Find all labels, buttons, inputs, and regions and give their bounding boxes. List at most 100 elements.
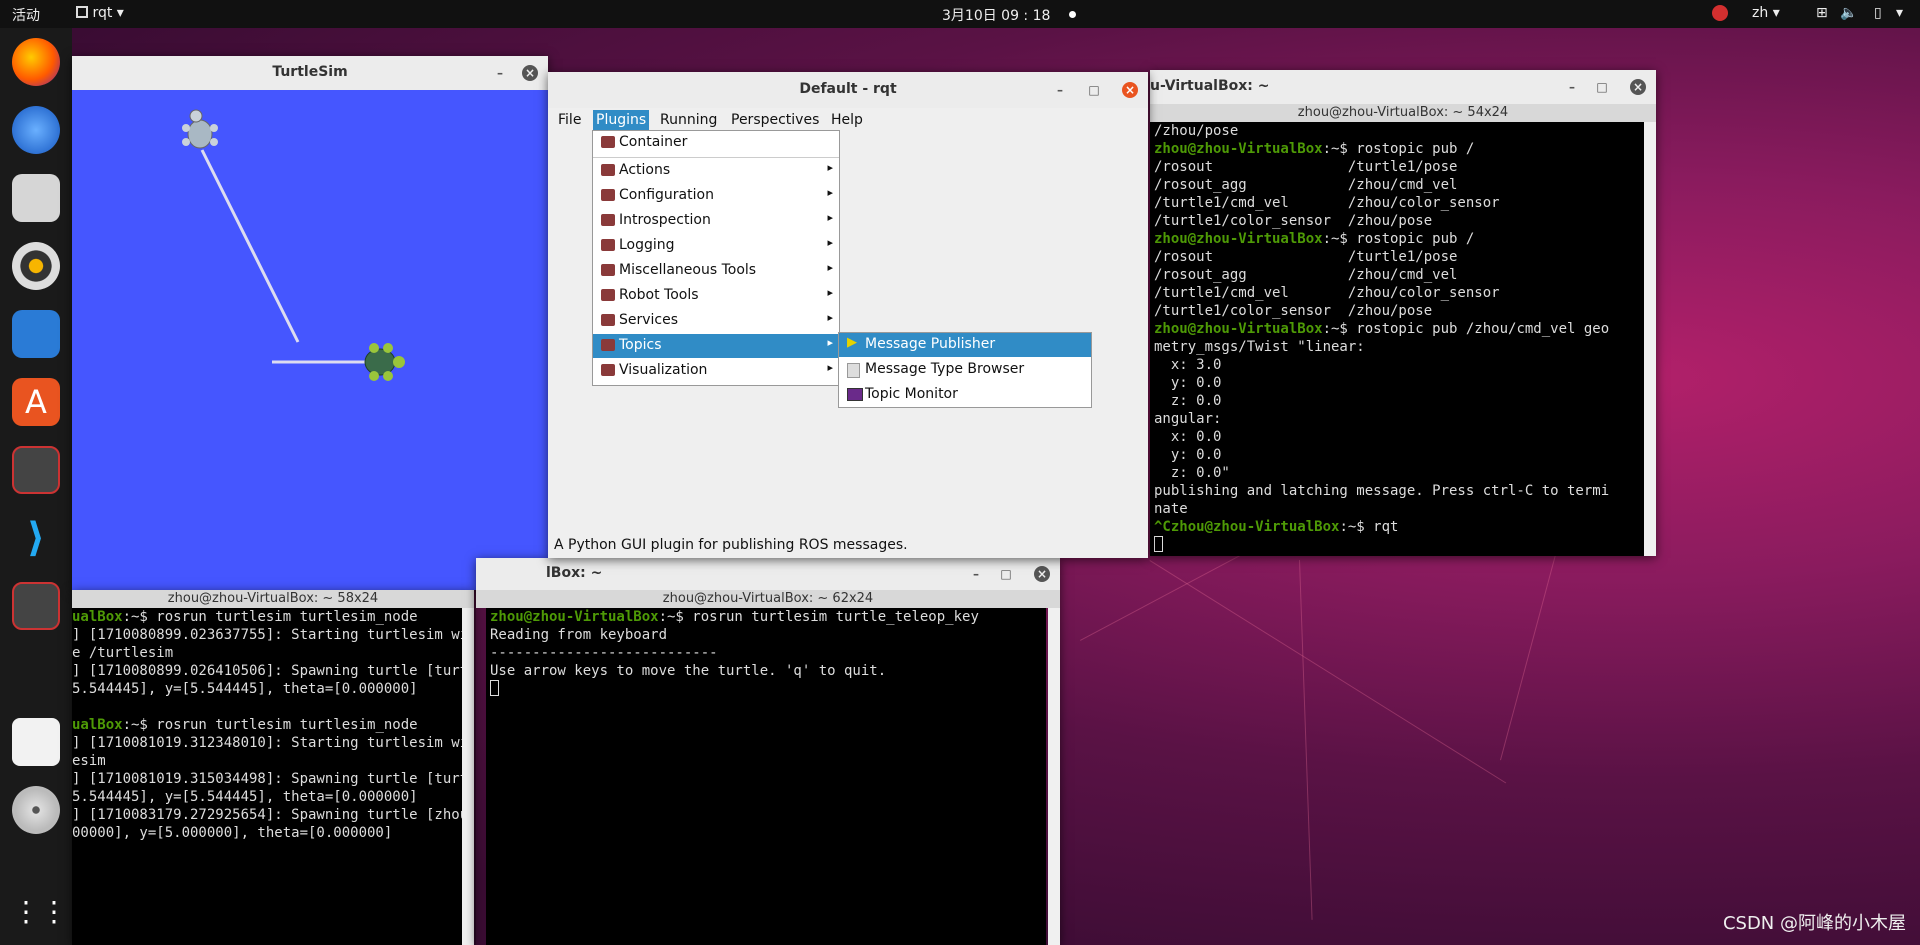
- line-text: /rosout /turtle1/pose: [1154, 159, 1458, 175]
- line-text: metry_msgs/Twist "linear:: [1154, 339, 1365, 355]
- line-text: :~$ rostopic pub /: [1322, 141, 1475, 157]
- submenu-arrow-icon: ▸: [827, 186, 833, 199]
- terminal-left-body[interactable]: ualBox:~$ rosrun turtlesim turtlesim_nod…: [72, 608, 472, 945]
- submenu-arrow-icon: ▸: [827, 261, 833, 274]
- thunderbird-icon[interactable]: [12, 106, 60, 154]
- do-not-disturb-icon[interactable]: [1712, 5, 1728, 21]
- close-icon[interactable]: ×: [1122, 82, 1138, 98]
- files-icon[interactable]: [12, 174, 60, 222]
- topics-submenu: ▶ Message Publisher Message Type Browser…: [838, 332, 1092, 408]
- plugins-item-actions[interactable]: Actions ▸: [593, 159, 839, 183]
- terminal-cursor: [1154, 536, 1644, 554]
- minimize-icon[interactable]: –: [1052, 82, 1068, 98]
- turtlesim-drawing: [182, 109, 405, 381]
- line-text: ] [1710080899.026410506]: Spawning turtl…: [72, 663, 472, 679]
- line-text: :~$ rqt: [1339, 519, 1399, 535]
- system-menu-caret-icon[interactable]: ▾: [1896, 5, 1903, 21]
- maximize-icon[interactable]: □: [998, 566, 1014, 582]
- menu-file[interactable]: File: [558, 112, 581, 128]
- menu-separator: [593, 157, 839, 158]
- topics-item-topic-monitor[interactable]: Topic Monitor: [839, 383, 1091, 407]
- submenu-arrow-icon: ▸: [827, 161, 833, 174]
- turtle-zhou-icon: [364, 343, 405, 381]
- line-text: /zhou/pose: [1154, 123, 1239, 139]
- minimize-icon[interactable]: –: [1564, 79, 1580, 95]
- maximize-icon[interactable]: □: [1086, 82, 1102, 98]
- maximize-icon[interactable]: □: [1594, 79, 1610, 95]
- battery-icon[interactable]: ▯: [1874, 5, 1882, 21]
- terminal-line: zhou@zhou-VirtualBox:~$ rostopic pub /zh…: [1154, 320, 1644, 338]
- input-method[interactable]: zh ▾: [1752, 5, 1780, 21]
- turtle-trail: [200, 149, 300, 343]
- terminal-right-tab[interactable]: zhou@zhou-VirtualBox: ~ 54x24: [1150, 104, 1656, 122]
- writer-icon[interactable]: [12, 310, 60, 358]
- terminal-left-tab[interactable]: zhou@zhou-VirtualBox: ~ 58x24: [72, 590, 474, 608]
- scrollbar[interactable]: [1048, 608, 1060, 945]
- rqt-titlebar[interactable]: Default - rqt – □ ×: [548, 72, 1148, 108]
- rqt-app-icon[interactable]: [12, 718, 60, 766]
- volume-icon[interactable]: 🔈: [1840, 5, 1857, 21]
- terminal-2-icon[interactable]: [12, 582, 60, 630]
- scrollbar[interactable]: [1644, 122, 1656, 556]
- plugins-item-logging[interactable]: Logging ▸: [593, 234, 839, 258]
- plugins-item-misc-tools[interactable]: Miscellaneous Tools ▸: [593, 259, 839, 283]
- network-icon[interactable]: ⊞: [1816, 5, 1828, 21]
- line-text: angular:: [1154, 411, 1222, 427]
- terminal-right-titlebar[interactable]: u-VirtualBox: ~ – □ ×: [1150, 70, 1656, 104]
- menu-plugins[interactable]: Plugins: [593, 110, 650, 130]
- menu-perspectives[interactable]: Perspectives: [731, 112, 819, 128]
- line-text: 5.544445], y=[5.544445], theta=[0.000000…: [72, 789, 418, 805]
- line-text: Use arrow keys to move the turtle. 'q' t…: [490, 663, 887, 679]
- app-menu[interactable]: rqt ▾: [76, 5, 124, 21]
- terminal-line: ^Czhou@zhou-VirtualBox:~$ rqt: [1154, 518, 1644, 536]
- close-icon[interactable]: ×: [1630, 79, 1646, 95]
- terminal-left-window: zhou@zhou-VirtualBox: ~ 58x24 ualBox:~$ …: [72, 590, 474, 945]
- topics-item-message-type-browser[interactable]: Message Type Browser: [839, 358, 1091, 382]
- terminal-line: angular:: [1154, 410, 1644, 428]
- app-menu-label: rqt: [92, 5, 113, 21]
- line-text: 5.544445], y=[5.544445], theta=[0.000000…: [72, 681, 418, 697]
- line-text: /turtle1/cmd_vel /zhou/color_sensor: [1154, 285, 1500, 301]
- turtlesim-titlebar[interactable]: TurtleSim – ×: [72, 56, 548, 90]
- terminal-line: /rosout /turtle1/pose: [1154, 248, 1644, 266]
- clock-label: 3月10日 09 : 18: [942, 8, 1051, 24]
- plugins-item-introspection[interactable]: Introspection ▸: [593, 209, 839, 233]
- line-text: esim: [72, 753, 106, 769]
- show-apps-icon[interactable]: ⋮⋮⋮: [12, 888, 96, 936]
- vscode-icon[interactable]: ⟩: [12, 514, 60, 562]
- rhythmbox-icon[interactable]: [12, 242, 60, 290]
- terminal-mid-body[interactable]: zhou@zhou-VirtualBox:~$ rosrun turtlesim…: [486, 608, 1046, 945]
- wallpaper-line: [1299, 560, 1313, 920]
- firefox-icon[interactable]: [12, 38, 60, 86]
- minimize-icon[interactable]: –: [492, 65, 508, 81]
- plugins-item-configuration[interactable]: Configuration ▸: [593, 184, 839, 208]
- menu-help[interactable]: Help: [831, 112, 863, 128]
- terminal-icon[interactable]: [12, 446, 60, 494]
- plugins-item-robot-tools[interactable]: Robot Tools ▸: [593, 284, 839, 308]
- close-icon[interactable]: ×: [1034, 566, 1050, 582]
- terminal-line: x: 3.0: [1154, 356, 1644, 374]
- prompt-text: zhou@zhou-VirtualBox: [1154, 141, 1323, 157]
- submenu-arrow-icon: ▸: [827, 236, 833, 249]
- activities-button[interactable]: 活动: [12, 5, 40, 25]
- plugins-item-topics[interactable]: Topics ▸: [593, 334, 839, 358]
- close-icon[interactable]: ×: [522, 65, 538, 81]
- clock[interactable]: 3月10日 09 : 18: [942, 5, 1076, 25]
- terminal-line: ] [1710083179.272925654]: Spawning turtl…: [72, 806, 472, 824]
- terminal-mid-tab[interactable]: zhou@zhou-VirtualBox: ~ 62x24: [476, 590, 1060, 608]
- rqt-status-bar: A Python GUI plugin for publishing ROS m…: [554, 537, 908, 553]
- plugins-item-container[interactable]: Container: [593, 131, 839, 155]
- scrollbar[interactable]: [462, 608, 474, 945]
- plugins-item-services[interactable]: Services ▸: [593, 309, 839, 333]
- topics-item-message-publisher[interactable]: ▶ Message Publisher: [839, 333, 1091, 357]
- terminal-mid-titlebar[interactable]: lBox: ~ – □ ×: [476, 558, 1060, 590]
- prompt-text: zhou@zhou-VirtualBox: [1154, 231, 1323, 247]
- minimize-icon[interactable]: –: [968, 566, 984, 582]
- plugins-item-visualization[interactable]: Visualization ▸: [593, 359, 839, 383]
- software-center-icon[interactable]: A: [12, 378, 60, 426]
- dvd-icon[interactable]: [12, 786, 60, 834]
- menu-running[interactable]: Running: [660, 112, 717, 128]
- terminal-right-body[interactable]: /zhou/pose zhou@zhou-VirtualBox:~$ rostop…: [1150, 122, 1644, 556]
- submenu-arrow-icon: ▸: [827, 211, 833, 224]
- line-text: ] [1710081019.315034498]: Spawning turtl…: [72, 771, 472, 787]
